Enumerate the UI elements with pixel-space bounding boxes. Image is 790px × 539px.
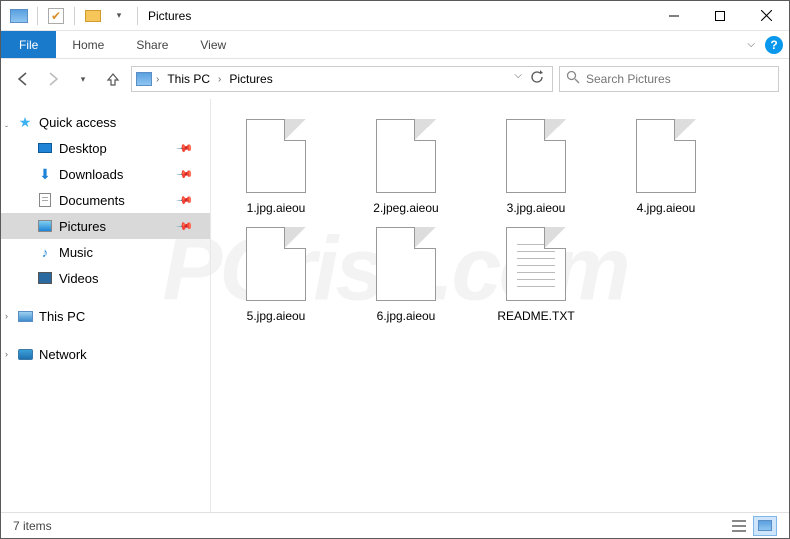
blank-file-icon <box>242 117 310 195</box>
details-view-button[interactable] <box>727 516 751 536</box>
thumbnails-view-button[interactable] <box>753 516 777 536</box>
search-icon <box>566 70 580 89</box>
file-item[interactable]: 3.jpg.aieou <box>481 117 591 215</box>
ribbon-right-controls: ⌵ ? <box>741 31 789 58</box>
file-item[interactable]: 4.jpg.aieou <box>611 117 721 215</box>
navigation-pane[interactable]: ˬ ★ Quick access Desktop 📌 ⬇ Downloads 📌… <box>1 99 211 512</box>
tab-home[interactable]: Home <box>56 31 120 58</box>
breadcrumb-pictures[interactable]: Pictures <box>225 70 276 88</box>
sidebar-item-music[interactable]: ♪ Music <box>1 239 210 265</box>
file-name-label: 3.jpg.aieou <box>507 201 566 215</box>
minimize-button[interactable] <box>651 1 697 31</box>
file-item[interactable]: 2.jpeg.aieou <box>351 117 461 215</box>
folder-icon[interactable] <box>81 4 105 28</box>
breadcrumb-thispc[interactable]: This PC <box>163 70 214 88</box>
sidebar-quick-access[interactable]: ˬ ★ Quick access <box>1 109 210 135</box>
ribbon-tabs: File Home Share View ⌵ ? <box>1 31 789 59</box>
sidebar-item-label: Videos <box>59 271 99 286</box>
chevron-right-icon[interactable]: › <box>216 74 223 85</box>
sidebar-network[interactable]: › Network <box>1 341 210 367</box>
file-item[interactable]: README.TXT <box>481 225 591 323</box>
blank-file-icon <box>372 117 440 195</box>
body-area: ˬ ★ Quick access Desktop 📌 ⬇ Downloads 📌… <box>1 99 789 512</box>
maximize-button[interactable] <box>697 1 743 31</box>
ribbon-expand-icon[interactable]: ⌵ <box>747 39 755 50</box>
back-button[interactable] <box>11 67 35 91</box>
file-tab[interactable]: File <box>1 31 56 58</box>
properties-icon[interactable]: ✔ <box>44 4 68 28</box>
file-name-label: 1.jpg.aieou <box>247 201 306 215</box>
sidebar-item-label: Pictures <box>59 219 106 234</box>
sidebar-item-label: Documents <box>59 193 125 208</box>
file-name-label: 6.jpg.aieou <box>377 309 436 323</box>
pictures-icon <box>37 218 53 234</box>
download-icon: ⬇ <box>37 166 53 182</box>
quick-access-toolbar: ✔ ▾ <box>1 4 142 28</box>
sidebar-item-videos[interactable]: Videos <box>1 265 210 291</box>
pin-icon: 📌 <box>176 191 195 210</box>
address-bar[interactable]: › This PC › Pictures ⌵ <box>131 66 553 92</box>
sidebar-item-documents[interactable]: Documents 📌 <box>1 187 210 213</box>
chevron-right-icon[interactable]: › <box>154 74 161 85</box>
explorer-window: PCrisk.com ✔ ▾ Pictures File Home <box>0 0 790 539</box>
sidebar-item-desktop[interactable]: Desktop 📌 <box>1 135 210 161</box>
sidebar-this-pc[interactable]: › This PC <box>1 303 210 329</box>
file-view[interactable]: 1.jpg.aieou 2.jpeg.aieou 3.jpg.aieou 4.jpg.… <box>211 99 789 512</box>
sidebar-item-label: Downloads <box>59 167 123 182</box>
blank-file-icon <box>632 117 700 195</box>
desktop-icon <box>37 140 53 156</box>
tab-view[interactable]: View <box>184 31 242 58</box>
search-input[interactable] <box>586 72 772 86</box>
file-name-label: README.TXT <box>497 309 574 323</box>
title-bar: ✔ ▾ Pictures <box>1 1 789 31</box>
status-bar: 7 items <box>1 512 789 538</box>
blank-file-icon <box>372 225 440 303</box>
file-item[interactable]: 1.jpg.aieou <box>221 117 331 215</box>
network-icon <box>17 346 33 362</box>
music-icon: ♪ <box>37 244 53 260</box>
tab-share[interactable]: Share <box>120 31 184 58</box>
up-button[interactable] <box>101 67 125 91</box>
pin-icon: 📌 <box>176 217 195 236</box>
window-controls <box>651 1 789 31</box>
forward-button[interactable] <box>41 67 65 91</box>
sidebar-item-downloads[interactable]: ⬇ Downloads 📌 <box>1 161 210 187</box>
app-icon[interactable] <box>7 4 31 28</box>
file-name-label: 4.jpg.aieou <box>637 201 696 215</box>
sidebar-item-label: This PC <box>39 309 85 324</box>
refresh-icon[interactable] <box>530 70 544 89</box>
qat-dropdown-icon[interactable]: ▾ <box>107 4 131 28</box>
window-title: Pictures <box>142 9 191 23</box>
item-count: 7 items <box>13 519 52 533</box>
view-switcher <box>727 516 777 536</box>
close-button[interactable] <box>743 1 789 31</box>
pin-icon: 📌 <box>176 165 195 184</box>
chevron-down-icon[interactable]: ˬ <box>5 117 8 127</box>
blank-file-icon <box>502 117 570 195</box>
star-icon: ★ <box>17 114 33 130</box>
sidebar-item-label: Music <box>59 245 93 260</box>
navigation-bar: ▾ › This PC › Pictures ⌵ <box>1 59 789 99</box>
file-name-label: 2.jpeg.aieou <box>373 201 438 215</box>
file-name-label: 5.jpg.aieou <box>247 309 306 323</box>
documents-icon <box>37 192 53 208</box>
videos-icon <box>37 270 53 286</box>
pin-icon: 📌 <box>176 139 195 158</box>
blank-file-icon <box>242 225 310 303</box>
help-icon[interactable]: ? <box>765 36 783 54</box>
chevron-right-icon[interactable]: › <box>5 349 8 359</box>
text-file-icon <box>502 225 570 303</box>
sidebar-item-label: Desktop <box>59 141 107 156</box>
sidebar-item-label: Network <box>39 347 87 362</box>
file-item[interactable]: 5.jpg.aieou <box>221 225 331 323</box>
sidebar-item-label: Quick access <box>39 115 116 130</box>
search-box[interactable] <box>559 66 779 92</box>
address-dropdown-icon[interactable]: ⌵ <box>514 70 522 89</box>
chevron-right-icon[interactable]: › <box>5 311 8 321</box>
pc-icon <box>17 308 33 324</box>
recent-dropdown-icon[interactable]: ▾ <box>71 67 95 91</box>
sidebar-item-pictures[interactable]: Pictures 📌 <box>1 213 210 239</box>
location-icon <box>136 71 152 87</box>
file-item[interactable]: 6.jpg.aieou <box>351 225 461 323</box>
